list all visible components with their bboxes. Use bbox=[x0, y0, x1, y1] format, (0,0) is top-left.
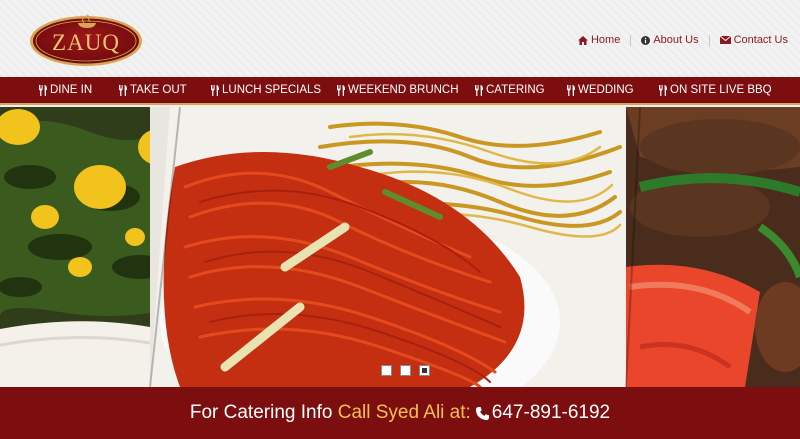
nav-item-label: ON SITE LIVE BBQ bbox=[670, 84, 772, 96]
info-icon bbox=[641, 35, 651, 45]
main-nav: DINE IN TAKE OUT LUNCH SPECIALS WEEKEND … bbox=[0, 77, 800, 105]
slider-dots bbox=[381, 365, 430, 376]
nav-item-label: DINE IN bbox=[50, 84, 93, 96]
divider bbox=[630, 34, 632, 46]
nav-item-label: LUNCH SPECIALS bbox=[222, 84, 322, 96]
home-icon bbox=[577, 35, 588, 45]
top-links: Home About Us Contact Us bbox=[577, 34, 788, 46]
phone-icon bbox=[475, 406, 489, 420]
envelope-icon bbox=[719, 36, 731, 44]
home-link[interactable]: Home bbox=[577, 34, 621, 46]
svg-text:ZAUQ: ZAUQ bbox=[52, 30, 120, 55]
phone-link[interactable]: 647-891-6192 bbox=[475, 402, 610, 424]
about-us-link[interactable]: About Us bbox=[641, 34, 699, 46]
site-header: ZAUQ Home About Us Contact Us bbox=[0, 0, 800, 77]
catering-call-label: Call Syed Ali at: bbox=[337, 402, 471, 423]
slide-dot-active[interactable] bbox=[419, 365, 430, 376]
slide-dot[interactable] bbox=[381, 365, 392, 376]
cutlery-icon bbox=[659, 84, 667, 96]
cutlery-icon bbox=[211, 84, 219, 96]
nav-item-label: CATERING bbox=[486, 84, 545, 96]
zauq-logo[interactable]: ZAUQ bbox=[28, 10, 144, 68]
nav-item-dine-in[interactable]: DINE IN bbox=[38, 77, 92, 103]
divider bbox=[708, 34, 710, 46]
catering-prefix: For Catering Info bbox=[189, 402, 333, 423]
contact-us-link[interactable]: Contact Us bbox=[719, 34, 788, 46]
about-us-link-label: About Us bbox=[653, 34, 699, 46]
slide-dot[interactable] bbox=[400, 365, 411, 376]
nav-item-lunch-specials[interactable]: LUNCH SPECIALS bbox=[210, 77, 321, 103]
home-link-label: Home bbox=[590, 34, 621, 46]
nav-item-label: WEDDING bbox=[578, 84, 634, 96]
nav-item-weekend-brunch[interactable]: WEEKEND BRUNCH bbox=[336, 77, 459, 103]
food-photo bbox=[0, 107, 800, 387]
cutlery-icon bbox=[119, 84, 127, 96]
hero-slider[interactable] bbox=[0, 107, 800, 387]
nav-item-label: WEEKEND BRUNCH bbox=[348, 84, 459, 96]
nav-item-take-out[interactable]: TAKE OUT bbox=[118, 77, 187, 103]
nav-item-label: TAKE OUT bbox=[130, 84, 187, 96]
cutlery-icon bbox=[337, 84, 345, 96]
cutlery-icon bbox=[39, 84, 47, 96]
nav-item-catering[interactable]: CATERING bbox=[474, 77, 545, 103]
contact-us-link-label: Contact Us bbox=[733, 34, 788, 46]
nav-item-wedding[interactable]: WEDDING bbox=[566, 77, 634, 103]
nav-item-on-site-live-bbq[interactable]: ON SITE LIVE BBQ bbox=[658, 77, 772, 103]
cutlery-icon bbox=[567, 84, 575, 96]
cutlery-icon bbox=[475, 84, 483, 96]
phone-number: 647-891-6192 bbox=[491, 402, 611, 423]
catering-banner: For Catering Info Call Syed Ali at: 647-… bbox=[0, 387, 800, 439]
